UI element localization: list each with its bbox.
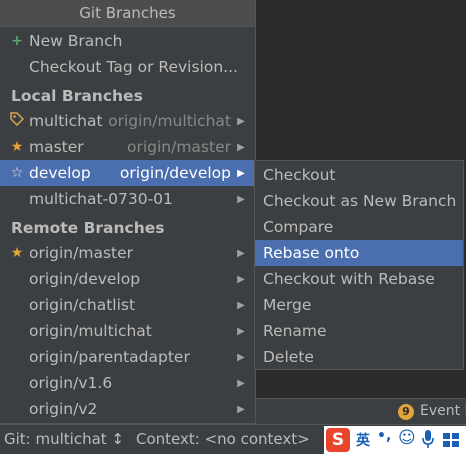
checkout-as-new-branch-item[interactable]: Checkout as New Branch: [255, 188, 463, 214]
remote-branch-item[interactable]: origin/parentadapter ▶: [0, 344, 254, 370]
local-branches-header: Local Branches: [11, 87, 143, 105]
git-branches-popup: Git Branches + New Branch Checkout Tag o…: [0, 0, 256, 424]
sogou-logo-icon[interactable]: S: [326, 428, 350, 452]
event-log-button[interactable]: 9 Event L: [256, 398, 466, 425]
star-outline-icon: ☆: [10, 165, 24, 181]
checkout-item[interactable]: Checkout: [255, 162, 463, 188]
submenu-arrow-icon: ▶: [237, 299, 245, 311]
star-icon: ★: [10, 139, 24, 155]
language-toggle[interactable]: 英: [356, 430, 370, 450]
punctuation-toggle[interactable]: •,: [377, 428, 391, 444]
submenu-arrow-icon: ▶: [237, 377, 245, 389]
branch-actions-submenu: Checkout Checkout as New Branch Compare …: [254, 160, 464, 370]
submenu-arrow-icon: ▶: [237, 141, 245, 153]
local-branch-multichat-0730-01[interactable]: multichat-0730-01 ▶: [0, 186, 254, 212]
context-widget[interactable]: Context: <no context>: [136, 430, 310, 448]
remote-branch-item[interactable]: ★ origin/master ▶: [0, 240, 254, 266]
popup-title: Git Branches: [0, 0, 255, 27]
remote-branch-item[interactable]: origin/multichat ▶: [0, 318, 254, 344]
checkout-with-rebase-item[interactable]: Checkout with Rebase: [255, 266, 463, 292]
ime-toolbar: S 英 •, ☺: [324, 426, 466, 454]
submenu-arrow-icon: ▶: [237, 273, 245, 285]
emoji-icon[interactable]: ☺: [398, 428, 416, 448]
submenu-arrow-icon: ▶: [237, 115, 245, 127]
submenu-arrow-icon: ▶: [237, 351, 245, 363]
local-branch-master[interactable]: ★ master origin/master ▶: [0, 134, 254, 160]
remote-branch-item[interactable]: origin/develop ▶: [0, 266, 254, 292]
rename-item[interactable]: Rename: [255, 318, 463, 344]
submenu-arrow-icon: ▶: [237, 403, 245, 415]
submenu-arrow-icon: ▶: [237, 167, 245, 179]
event-count-badge: 9: [398, 404, 414, 420]
delete-item[interactable]: Delete: [255, 344, 463, 370]
git-branch-widget[interactable]: Git: multichat ↕: [4, 430, 124, 448]
merge-item[interactable]: Merge: [255, 292, 463, 318]
remote-branch-item[interactable]: origin/v1.6 ▶: [0, 370, 254, 396]
plus-icon: +: [11, 33, 23, 49]
submenu-arrow-icon: ▶: [237, 247, 245, 259]
checkout-tag-item[interactable]: Checkout Tag or Revision...: [0, 54, 254, 80]
rebase-onto-item[interactable]: Rebase onto: [255, 240, 463, 266]
local-branch-develop[interactable]: ☆ develop origin/develop ▶: [0, 160, 254, 186]
compare-item[interactable]: Compare: [255, 214, 463, 240]
submenu-arrow-icon: ▶: [237, 325, 245, 337]
remote-branch-item[interactable]: origin/v2 ▶: [0, 396, 254, 422]
tag-icon: [8, 112, 26, 130]
checkout-tag-label: Checkout Tag or Revision...: [29, 58, 238, 76]
star-icon: ★: [10, 245, 24, 261]
toolbox-grid-icon[interactable]: [442, 432, 460, 448]
remote-branch-item[interactable]: origin/chatlist ▶: [0, 292, 254, 318]
new-branch-label: New Branch: [29, 32, 123, 50]
submenu-arrow-icon: ▶: [237, 193, 245, 205]
remote-branches-header: Remote Branches: [11, 219, 165, 237]
microphone-icon[interactable]: [421, 429, 435, 449]
local-branch-multichat[interactable]: multichat origin/multichat ▶: [0, 108, 254, 134]
event-log-label: Event L: [420, 403, 466, 419]
new-branch-item[interactable]: + New Branch: [0, 28, 254, 54]
